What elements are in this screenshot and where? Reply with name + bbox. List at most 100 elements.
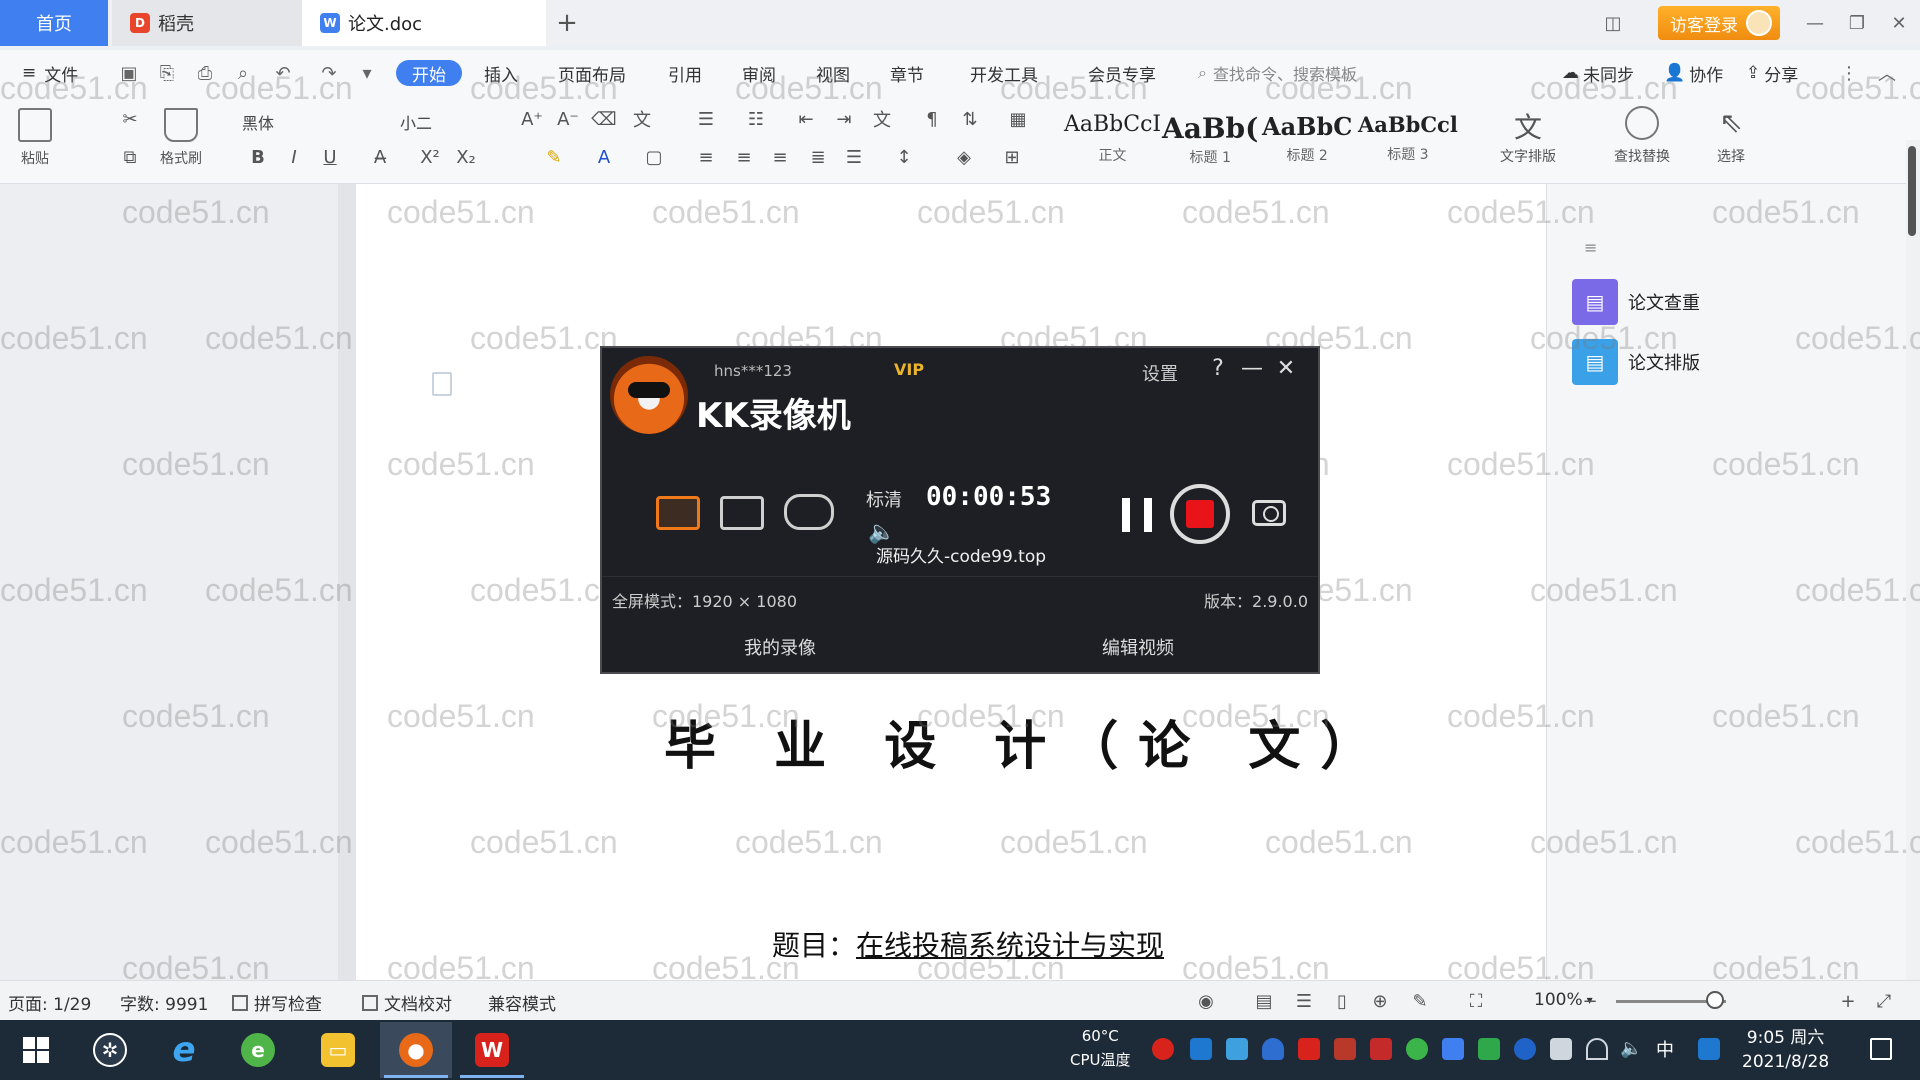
border-icon[interactable]: ⊞ bbox=[1000, 146, 1024, 168]
select-button[interactable]: ⇖ 选择 bbox=[1714, 106, 1748, 166]
share-button[interactable]: ⇪ 分享 bbox=[1746, 60, 1798, 86]
vertical-scrollbar[interactable] bbox=[1906, 140, 1920, 980]
copy-icon[interactable]: ⧉ bbox=[112, 146, 148, 168]
restore-icon[interactable]: ❐ bbox=[1844, 10, 1870, 36]
subscript-icon[interactable]: X₂ bbox=[454, 146, 478, 168]
taskbar-wps-writer[interactable]: W bbox=[456, 1022, 528, 1078]
web-view-icon[interactable]: ⊕ bbox=[1368, 989, 1392, 1013]
show-marks-icon[interactable]: ¶ bbox=[920, 108, 944, 130]
outline-view-icon[interactable]: ☰ bbox=[1292, 989, 1316, 1013]
indent-decrease-icon[interactable]: ⇤ bbox=[794, 108, 818, 130]
menu-chapter[interactable]: 章节 bbox=[890, 60, 924, 86]
collab-button[interactable]: 👤 协作 bbox=[1664, 60, 1723, 86]
tray-pdf-icon[interactable] bbox=[1298, 1038, 1320, 1060]
tray-recorder-icon[interactable] bbox=[1334, 1038, 1356, 1060]
kk-screenshot-icon[interactable] bbox=[1252, 500, 1286, 526]
tray-app3-icon[interactable] bbox=[1442, 1038, 1464, 1060]
font-grow-icon[interactable]: A⁺ bbox=[520, 108, 544, 130]
guest-login-button[interactable]: 访客登录 bbox=[1658, 6, 1780, 40]
kk-settings-button[interactable]: 设置 bbox=[1142, 360, 1178, 386]
layout-toggle-icon[interactable]: ◫ bbox=[1600, 10, 1626, 36]
tray-antivirus-icon[interactable] bbox=[1152, 1038, 1174, 1060]
format-painter-button[interactable]: 格式刷 bbox=[160, 108, 202, 168]
bold-icon[interactable]: B bbox=[246, 146, 270, 168]
phonetic-icon[interactable]: 文 bbox=[630, 108, 654, 131]
bullet-list-icon[interactable]: ☰ bbox=[694, 108, 718, 130]
kk-recorder-window[interactable]: hns***123 VIP KK录像机 设置 ? — ✕ 标清 00:00:53… bbox=[600, 346, 1320, 674]
volume-icon[interactable]: 🔈 bbox=[1620, 1038, 1642, 1060]
kk-pause-button[interactable] bbox=[1122, 498, 1152, 532]
taskbar-kk-recorder[interactable]: ● bbox=[380, 1022, 452, 1078]
line-spacing-icon[interactable]: ↕ bbox=[892, 146, 916, 168]
shading-icon[interactable]: ◈ bbox=[952, 146, 976, 168]
font-shrink-icon[interactable]: A⁻ bbox=[556, 108, 580, 130]
style-heading-1[interactable]: AaBb( 标题 1 bbox=[1162, 112, 1258, 167]
table-icon[interactable]: ▦ bbox=[1006, 108, 1030, 130]
menu-references[interactable]: 引用 bbox=[668, 60, 702, 86]
page-indicator[interactable]: 页面: 1/29 bbox=[8, 990, 91, 1015]
kk-region-mode-icon[interactable] bbox=[720, 496, 764, 530]
save-icon[interactable]: ▣ bbox=[118, 62, 140, 84]
tray-im-icon[interactable] bbox=[1698, 1038, 1720, 1060]
align-left-icon[interactable]: ≡ bbox=[694, 146, 718, 168]
tab-daoke[interactable]: D 稻壳 bbox=[112, 0, 302, 46]
distribute-icon[interactable]: ☰ bbox=[842, 146, 866, 168]
char-border-icon[interactable]: ▢ bbox=[642, 146, 666, 168]
reading-view-icon[interactable]: ▯ bbox=[1330, 989, 1354, 1013]
cpu-temperature[interactable]: 60°C CPU温度 bbox=[1070, 1024, 1131, 1072]
collapse-ribbon-icon[interactable]: ︿ bbox=[1876, 62, 1898, 85]
italic-icon[interactable]: I bbox=[282, 146, 306, 168]
cut-icon[interactable]: ✂ bbox=[112, 108, 148, 130]
scrollbar-thumb[interactable] bbox=[1908, 146, 1916, 236]
zoom-out-icon[interactable]: − bbox=[1578, 989, 1602, 1013]
chinese-layout-icon[interactable]: 文 bbox=[870, 108, 894, 131]
bluetooth-icon[interactable] bbox=[1514, 1038, 1536, 1060]
numbered-list-icon[interactable]: ☷ bbox=[744, 108, 768, 130]
word-count[interactable]: 字数: 9991 bbox=[120, 990, 208, 1015]
taskbar-file-explorer[interactable]: ▭ bbox=[302, 1022, 374, 1078]
tray-app2-icon[interactable] bbox=[1370, 1038, 1392, 1060]
menu-developer[interactable]: 开发工具 bbox=[970, 60, 1038, 86]
kk-close-icon[interactable]: ✕ bbox=[1272, 354, 1300, 382]
close-icon[interactable]: ✕ bbox=[1886, 10, 1912, 36]
kk-minimize-icon[interactable]: — bbox=[1238, 354, 1266, 382]
underline-icon[interactable]: U bbox=[318, 146, 342, 168]
search-command[interactable]: ⌕ 查找命令、搜索模板 bbox=[1198, 60, 1357, 86]
panel-menu-icon[interactable]: ≡ bbox=[1584, 238, 1597, 257]
menu-insert[interactable]: 插入 bbox=[484, 60, 518, 86]
tray-network-app-icon[interactable] bbox=[1226, 1038, 1248, 1060]
sync-button[interactable]: ☁ 未同步 bbox=[1562, 60, 1634, 86]
fullscreen-icon[interactable]: ⤢ bbox=[1872, 989, 1896, 1013]
print-icon[interactable]: ⎙ bbox=[194, 62, 216, 84]
style-heading-2[interactable]: AaBbC 标题 2 bbox=[1262, 112, 1352, 165]
taskbar-browser[interactable]: e bbox=[222, 1022, 294, 1078]
justify-icon[interactable]: ≣ bbox=[806, 146, 830, 168]
tab-document[interactable]: W 论文.doc bbox=[302, 0, 546, 46]
system-clock[interactable]: 9:05 周六 2021/8/28 bbox=[1742, 1026, 1829, 1074]
more-icon[interactable]: ⋮ bbox=[1838, 62, 1860, 84]
font-family-select[interactable]: 黑体 bbox=[242, 110, 274, 134]
page-view-icon[interactable]: ▤ bbox=[1252, 989, 1276, 1013]
text-tools-button[interactable]: 文 文字排版 bbox=[1500, 106, 1556, 166]
eye-protect-icon[interactable]: ◉ bbox=[1194, 989, 1218, 1013]
kk-quality-select[interactable]: 标清 bbox=[866, 486, 902, 512]
thesis-layout-button[interactable]: ▤ 论文排版 bbox=[1572, 338, 1700, 386]
kk-vip-badge[interactable]: VIP bbox=[894, 360, 924, 379]
zoom-in-icon[interactable]: + bbox=[1836, 989, 1860, 1013]
zoom-slider-handle[interactable] bbox=[1706, 991, 1724, 1009]
wifi-icon[interactable] bbox=[1586, 1038, 1608, 1060]
thesis-check-button[interactable]: ▤ 论文查重 bbox=[1572, 278, 1700, 326]
style-heading-3[interactable]: AaBbCcl 标题 3 bbox=[1358, 112, 1458, 164]
input-method[interactable]: 中 bbox=[1656, 1036, 1674, 1062]
tray-wechat-icon[interactable] bbox=[1406, 1038, 1428, 1060]
paste-button[interactable]: 粘贴 bbox=[18, 108, 52, 168]
start-button[interactable] bbox=[0, 1022, 72, 1078]
sort-icon[interactable]: ⇅ bbox=[958, 108, 982, 130]
file-menu[interactable]: ≡ 文件 bbox=[22, 60, 78, 86]
tab-home[interactable]: 首页 bbox=[0, 0, 108, 46]
menu-member[interactable]: 会员专享 bbox=[1088, 60, 1156, 86]
menu-view[interactable]: 视图 bbox=[816, 60, 850, 86]
kk-user-name[interactable]: hns***123 bbox=[714, 362, 792, 380]
strikethrough-icon[interactable]: A̶ bbox=[368, 146, 392, 168]
new-tab-button[interactable]: + bbox=[552, 8, 582, 38]
